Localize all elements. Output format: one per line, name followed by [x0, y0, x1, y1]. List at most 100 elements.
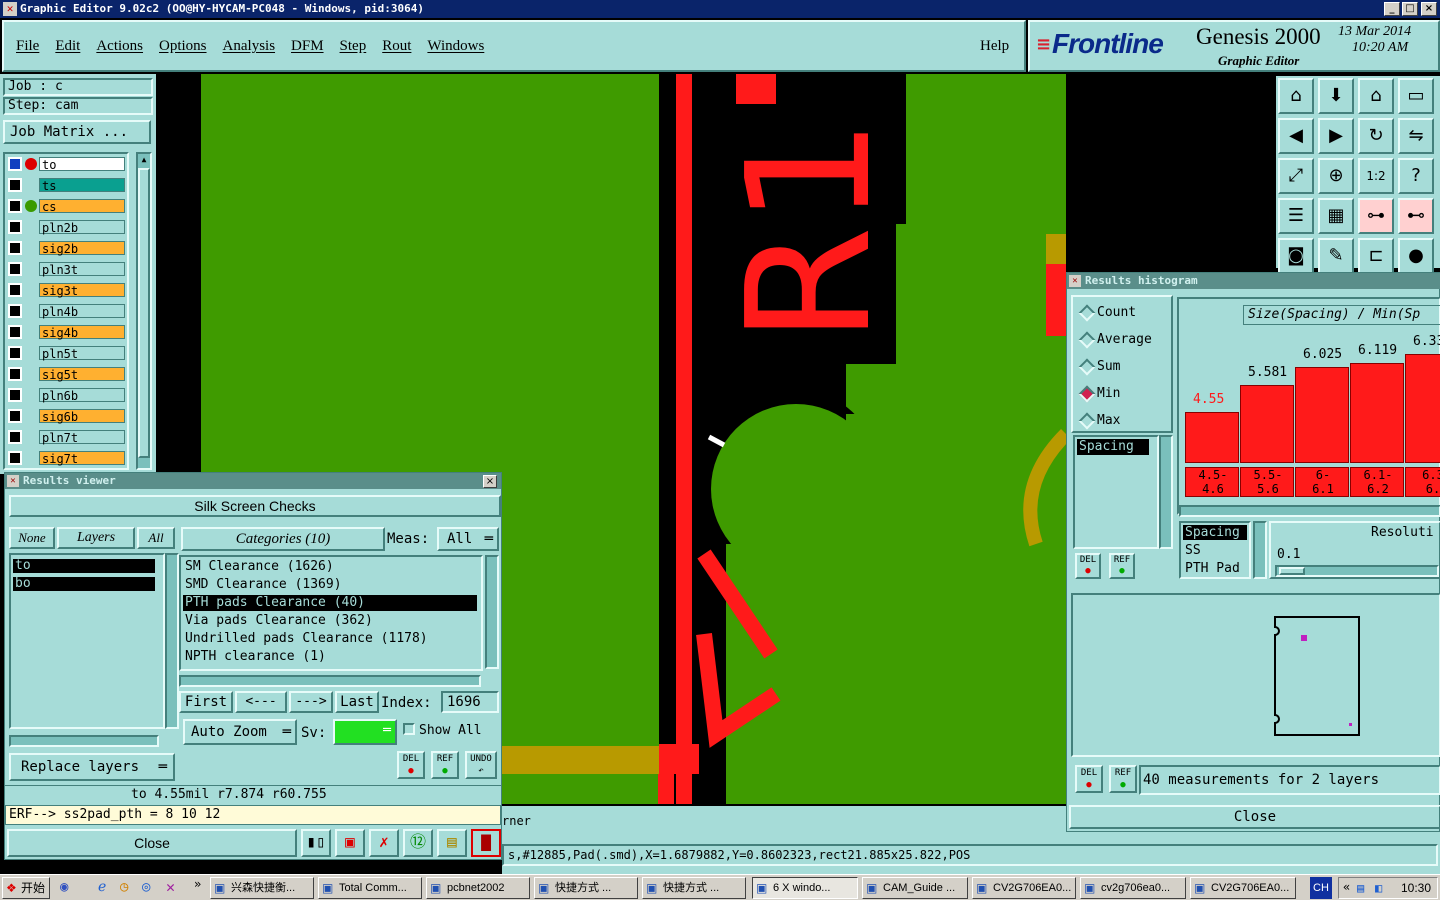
- window-tool-button[interactable]: ▭: [1398, 78, 1434, 114]
- index-input[interactable]: 1696: [441, 691, 499, 713]
- layer-checkbox[interactable]: [8, 220, 22, 234]
- tray-icon[interactable]: ◧: [1375, 881, 1382, 895]
- delete-button[interactable]: ✗: [369, 829, 399, 857]
- undo-button[interactable]: UNDO ↶: [465, 751, 497, 779]
- menu-step[interactable]: Step: [340, 38, 367, 54]
- route-tool-button[interactable]: ⊶: [1358, 198, 1394, 234]
- graph-button[interactable]: ▮▯: [301, 829, 331, 857]
- layer-row-sig2b[interactable]: sig2b: [7, 240, 125, 256]
- scroll-up-arrow-icon[interactable]: ▲: [139, 155, 149, 165]
- histogram-bin[interactable]: 6.1- 6.2: [1350, 467, 1404, 497]
- more-icon[interactable]: »: [194, 877, 201, 891]
- layer-row-pln6b[interactable]: pln6b: [7, 387, 125, 403]
- radio-max[interactable]: Max: [1075, 412, 1171, 431]
- histogram-bar[interactable]: [1295, 367, 1349, 463]
- taskbar-item[interactable]: ▣ 6 X windo...: [752, 877, 858, 899]
- pan-left-tool-button[interactable]: ◀: [1278, 118, 1314, 154]
- taskbar-item[interactable]: ▣ cv2g706ea0...: [1080, 877, 1186, 899]
- categories-button[interactable]: Categories (10): [181, 527, 385, 551]
- notes-button[interactable]: ▤: [437, 829, 467, 857]
- show-all-checkbox[interactable]: [403, 723, 415, 735]
- radio-min[interactable]: Min: [1075, 385, 1171, 404]
- next-button[interactable]: --->: [289, 691, 333, 713]
- resolution-slider[interactable]: [1275, 565, 1439, 577]
- close-window-button[interactable]: ×: [1421, 2, 1437, 16]
- red-square-button[interactable]: ▣: [335, 829, 365, 857]
- viewer-close-button[interactable]: Close: [7, 829, 297, 857]
- radio-indicator[interactable]: [1078, 385, 1096, 403]
- menu-edit[interactable]: Edit: [55, 38, 80, 54]
- auto-zoom-dropdown[interactable]: Auto Zoom ═: [183, 719, 297, 745]
- histogram-del-button[interactable]: DEL ●: [1075, 553, 1101, 579]
- radio-average[interactable]: Average: [1075, 331, 1171, 350]
- histogram-bar[interactable]: [1405, 354, 1440, 463]
- histogram-bin[interactable]: 5.5- 5.6: [1240, 467, 1294, 497]
- one-two-button[interactable]: ⑫: [403, 829, 433, 857]
- layer-checkbox[interactable]: [8, 325, 22, 339]
- layer-checkbox[interactable]: [8, 304, 22, 318]
- mirror-tool-button[interactable]: ⇋: [1398, 118, 1434, 154]
- item-pth-pad[interactable]: PTH Pad: [1185, 561, 1240, 576]
- browser-icon[interactable]: ◎: [142, 879, 150, 895]
- sv-color-dropdown[interactable]: ═: [333, 719, 397, 745]
- taskbar-item[interactable]: ▣ pcbnet2002: [426, 877, 530, 899]
- menu-windows[interactable]: Windows: [427, 38, 484, 54]
- layer-row-pln7t[interactable]: pln7t: [7, 429, 125, 445]
- category-item[interactable]: SMD Clearance (1369): [183, 577, 477, 593]
- categories-scrollbar[interactable]: [485, 555, 499, 669]
- layer-checkbox[interactable]: [8, 409, 22, 423]
- board-preview[interactable]: [1071, 593, 1440, 757]
- question-tool-button[interactable]: ?: [1398, 158, 1434, 194]
- layer-checkbox[interactable]: [8, 451, 22, 465]
- category-item[interactable]: SM Clearance (1626): [183, 559, 477, 575]
- histogram-bin[interactable]: 6- 6.1: [1295, 467, 1349, 497]
- layer-row-sig5t[interactable]: sig5t: [7, 366, 125, 382]
- category-item[interactable]: PTH pads Clearance (40): [183, 595, 477, 611]
- pen-tool-button[interactable]: ✎: [1318, 238, 1354, 274]
- layers-tool-tool-button[interactable]: ☰: [1278, 198, 1314, 234]
- layer-checkbox[interactable]: [8, 178, 22, 192]
- layer-checkbox[interactable]: [8, 262, 22, 276]
- layer-checkbox[interactable]: [8, 367, 22, 381]
- taskbar-item[interactable]: ▣ 快捷方式 ...: [534, 877, 638, 899]
- ref-button[interactable]: REF ●: [431, 751, 459, 779]
- radio-count[interactable]: Count: [1075, 304, 1171, 323]
- clock-app-icon[interactable]: ◷: [120, 879, 128, 895]
- results-viewer-close-icon[interactable]: ×: [483, 475, 497, 488]
- first-button[interactable]: First: [179, 691, 233, 713]
- histogram-bin[interactable]: 6.36.: [1405, 467, 1440, 497]
- histogram-menu-icon[interactable]: ✕: [1069, 275, 1081, 287]
- layer-checkbox[interactable]: [8, 199, 22, 213]
- menu-actions[interactable]: Actions: [96, 38, 143, 54]
- dot-tool-button[interactable]: ●: [1398, 238, 1434, 274]
- layer-results-hscrollbar[interactable]: [9, 735, 159, 747]
- layer-checkbox[interactable]: [8, 283, 22, 297]
- minimize-button[interactable]: _: [1384, 2, 1400, 16]
- layer-row-cs[interactable]: cs: [7, 198, 125, 214]
- taskbar-item[interactable]: ▣ CAM_Guide ...: [862, 877, 968, 899]
- ruler-tool-button[interactable]: ⊏: [1358, 238, 1394, 274]
- radio-indicator[interactable]: [1078, 304, 1096, 322]
- layer-row-pln5t[interactable]: pln5t: [7, 345, 125, 361]
- layer-row-sig7t[interactable]: sig7t: [7, 450, 125, 466]
- histogram-bar[interactable]: [1350, 363, 1404, 463]
- taskbar-item[interactable]: ▣ CV2G706EA0...: [972, 877, 1076, 899]
- category-item[interactable]: NPTH clearance (1): [183, 649, 477, 665]
- item-spacing[interactable]: Spacing: [1183, 525, 1247, 540]
- zoom-fit-tool-button[interactable]: ⤢: [1278, 158, 1314, 194]
- home-tool-button[interactable]: ⌂: [1278, 78, 1314, 114]
- radio-indicator[interactable]: [1078, 412, 1096, 430]
- histogram-bin[interactable]: 4.5- 4.6: [1185, 467, 1239, 497]
- histogram-ref-button[interactable]: REF ●: [1109, 553, 1135, 579]
- histogram-bar[interactable]: [1185, 412, 1239, 463]
- radio-indicator[interactable]: [1078, 331, 1096, 349]
- menu-help[interactable]: Help: [980, 38, 1009, 55]
- menu-dfm[interactable]: DFM: [291, 38, 324, 54]
- grid-tool-button[interactable]: ▦: [1318, 198, 1354, 234]
- radio-indicator[interactable]: [1078, 358, 1096, 376]
- network-icon[interactable]: ▤: [1357, 881, 1364, 895]
- layer-row-pln3t[interactable]: pln3t: [7, 261, 125, 277]
- measure-item-spacing[interactable]: Spacing: [1077, 439, 1149, 455]
- histogram-button[interactable]: ▇: [471, 829, 501, 857]
- layer-results-scrollbar[interactable]: [165, 553, 179, 729]
